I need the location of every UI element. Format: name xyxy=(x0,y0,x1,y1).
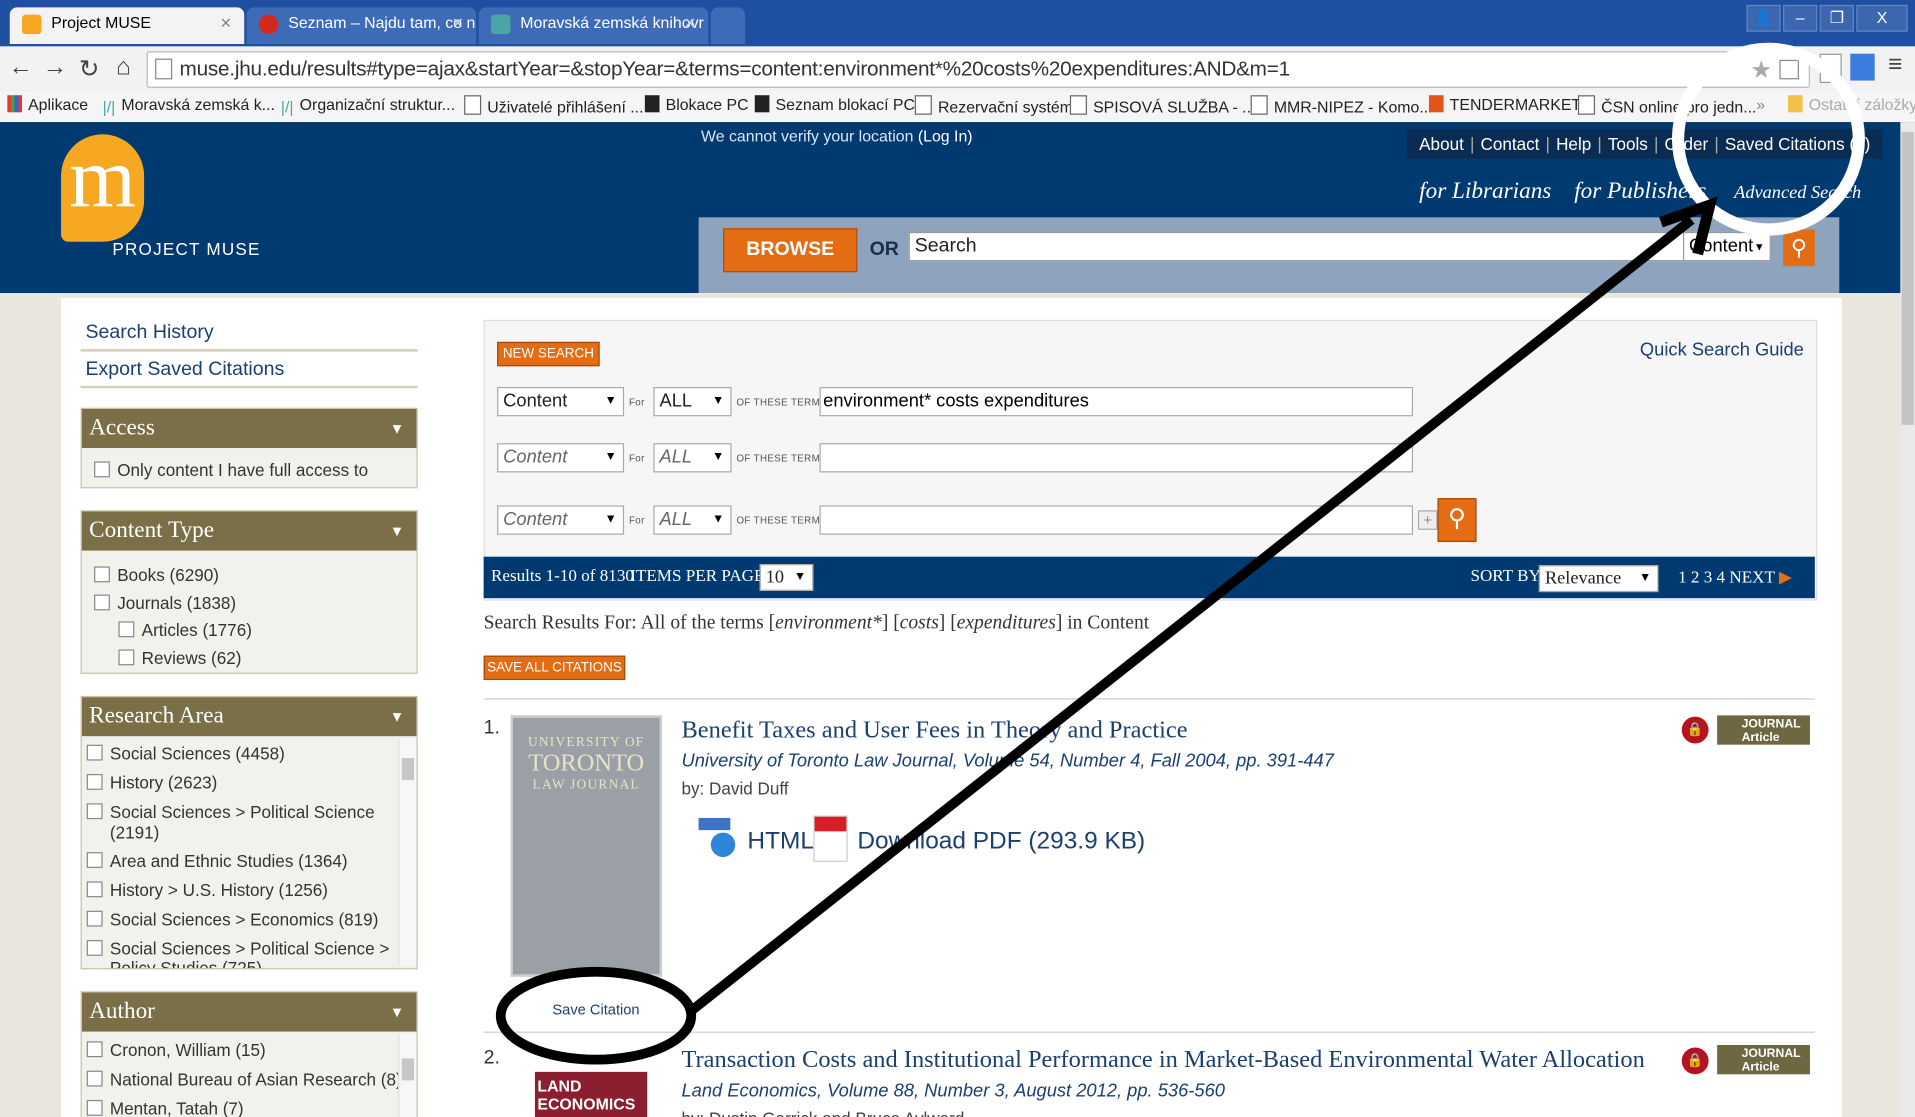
annotation-arrow-line xyxy=(688,215,1695,1015)
annotation-ellipse xyxy=(495,966,697,1065)
annotation-overlay xyxy=(495,42,1865,1065)
